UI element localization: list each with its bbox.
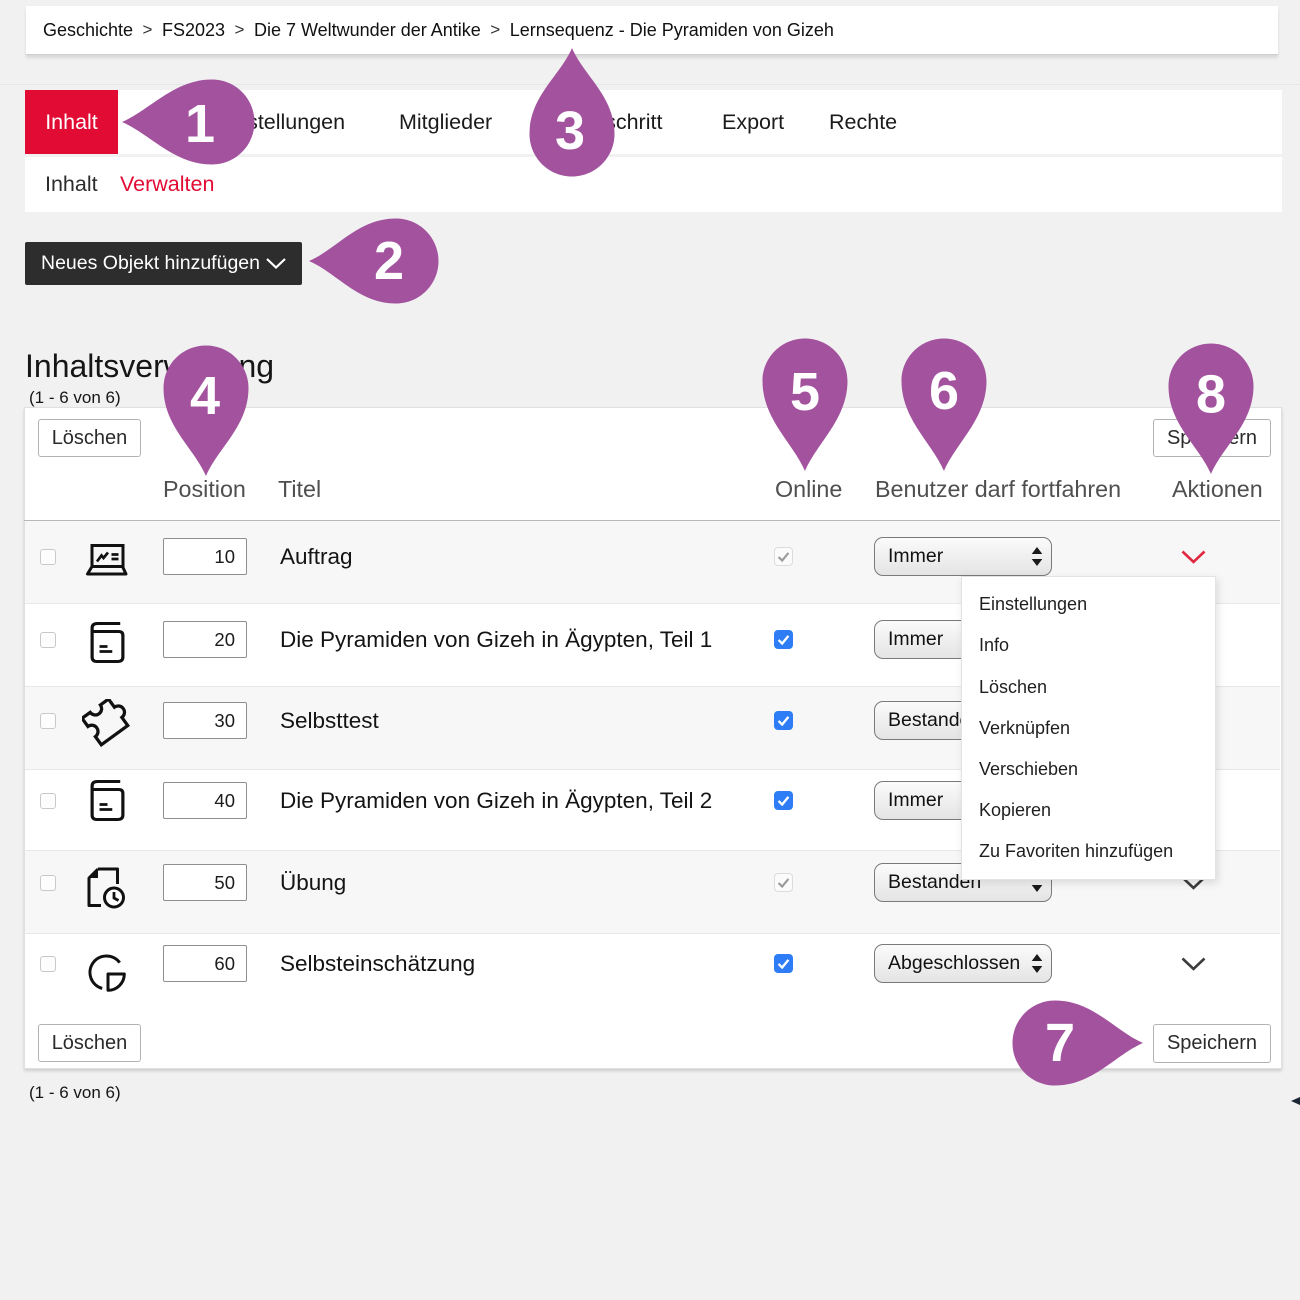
svg-text:2: 2 [374,231,404,291]
svg-text:6: 6 [929,361,959,421]
svg-text:1: 1 [185,94,215,154]
svg-text:8: 8 [1196,364,1226,424]
svg-text:7: 7 [1045,1013,1075,1073]
svg-text:5: 5 [790,362,820,422]
svg-text:4: 4 [190,366,220,426]
svg-text:3: 3 [555,101,585,161]
